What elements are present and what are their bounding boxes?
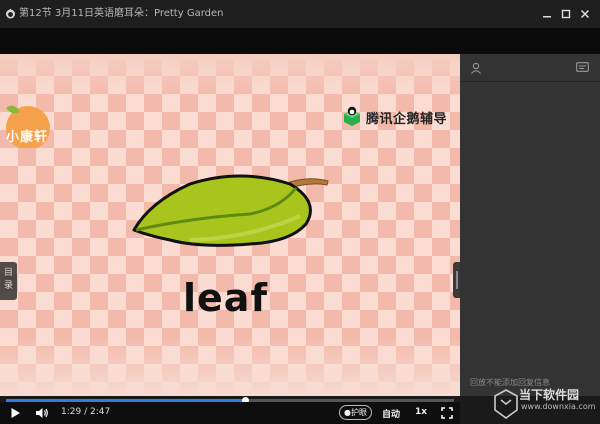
minimize-button[interactable] xyxy=(540,7,554,21)
panel-collapse-handle[interactable] xyxy=(453,262,460,298)
maximize-button[interactable] xyxy=(559,7,573,21)
player-controls: 1:29 / 2:47 ●护眼 自动 1x xyxy=(0,402,460,424)
top-strip xyxy=(0,28,600,54)
message-icon[interactable] xyxy=(576,62,589,73)
time-display: 1:29 / 2:47 xyxy=(61,407,111,417)
side-panel-tabs xyxy=(460,54,600,82)
volume-icon[interactable] xyxy=(35,407,49,419)
user-icon[interactable] xyxy=(470,62,482,74)
playback-speed-button[interactable]: 1x xyxy=(415,407,427,417)
title-bar: 第12节 3月11日英语磨耳朵：Pretty Garden xyxy=(0,0,600,28)
close-icon xyxy=(580,9,590,19)
eye-care-button[interactable]: ●护眼 xyxy=(339,405,372,420)
quality-auto-button[interactable]: 自动 xyxy=(382,407,400,420)
catalog-tab[interactable]: 目录 xyxy=(0,262,17,300)
fullscreen-icon[interactable] xyxy=(441,407,453,419)
site-watermark: 当下软件园 www.downxia.com xyxy=(493,384,600,424)
close-button[interactable] xyxy=(578,7,592,21)
side-panel: 回放不能添加回复信息 xyxy=(460,54,600,396)
eye-care-dot-icon: ● xyxy=(344,408,351,417)
minimize-icon xyxy=(543,16,551,18)
brand-text: 腾讯企鹅辅导 xyxy=(366,111,448,127)
course-logo-text: 小康轩 xyxy=(6,130,49,145)
play-icon[interactable] xyxy=(10,407,21,419)
video-player[interactable]: 小康轩 腾讯企鹅辅导 leaf 目录 xyxy=(0,54,460,396)
watermark-logo xyxy=(494,389,518,419)
eye-care-label: 护眼 xyxy=(350,408,367,417)
app-icon xyxy=(6,8,15,19)
watermark-url: www.downxia.com xyxy=(521,402,596,411)
brand-logo: 腾讯企鹅辅导 xyxy=(342,106,447,128)
course-logo: 小康轩 xyxy=(0,100,56,150)
window-title: 第12节 3月11日英语磨耳朵：Pretty Garden xyxy=(19,8,224,19)
leaf-illustration xyxy=(132,174,329,247)
penguin-logo-icon xyxy=(344,106,360,126)
vocabulary-word: leaf xyxy=(183,276,268,320)
maximize-icon xyxy=(561,9,571,19)
watermark-name: 当下软件园 xyxy=(519,388,580,402)
